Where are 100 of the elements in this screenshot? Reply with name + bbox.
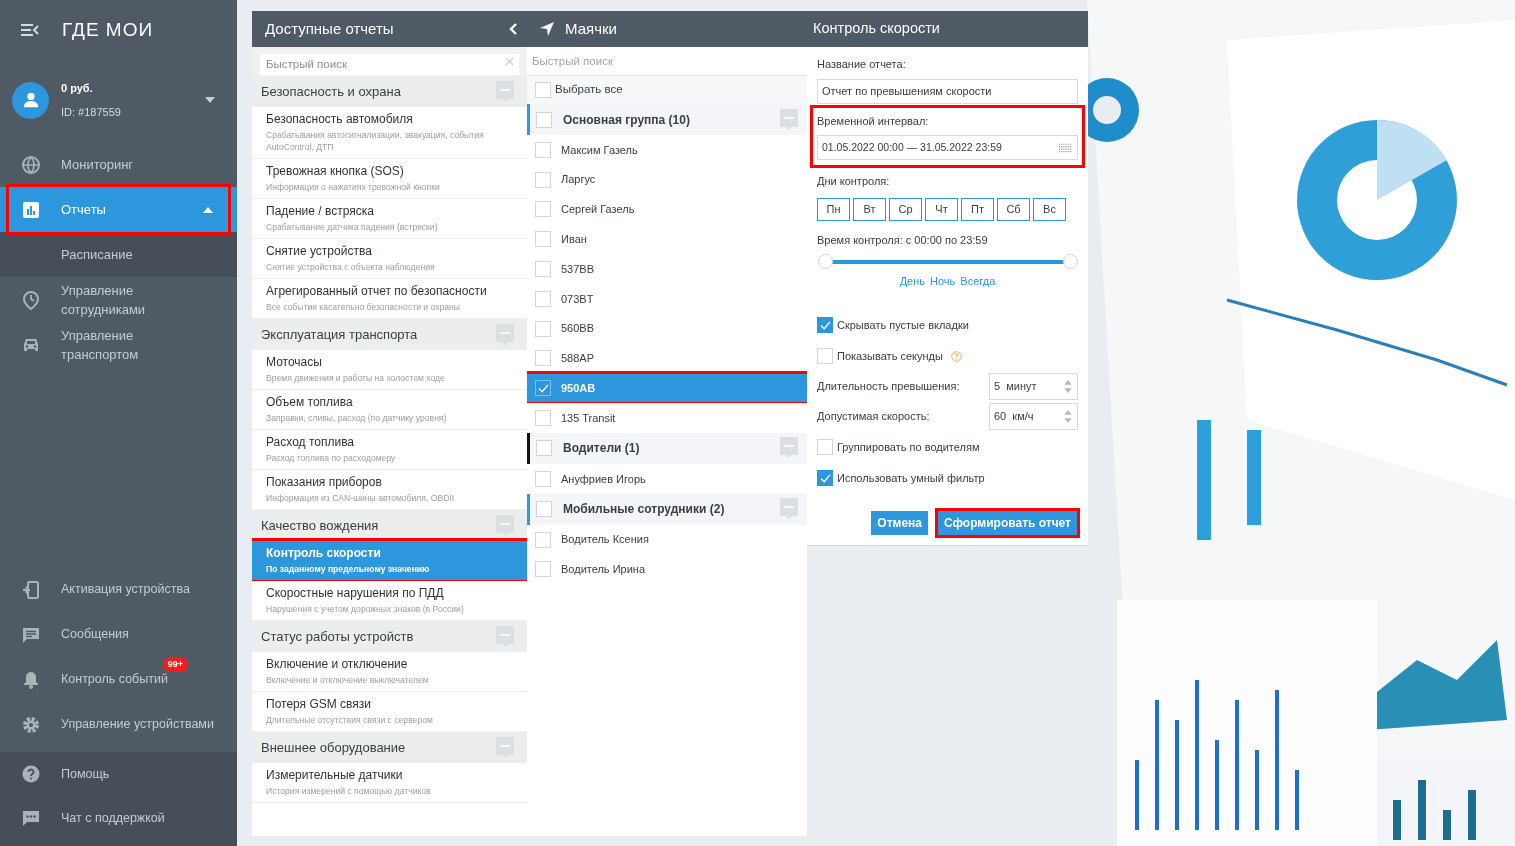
report-title: Расход топлива	[266, 435, 356, 450]
report-title: Измерительные датчики	[266, 768, 404, 783]
chat-icon	[21, 808, 41, 828]
account-id: ID: #187559	[61, 105, 122, 120]
report-description: Все события касательно безопасности и охраны	[266, 301, 461, 313]
nav-item[interactable]: Сообщения	[0, 612, 237, 657]
clear-icon[interactable]	[505, 57, 514, 66]
account-balance: 0 руб.	[61, 80, 94, 96]
nav-item[interactable]: Управление устройствами	[0, 702, 237, 747]
nav-label: Контроль событий	[61, 672, 168, 687]
report-description: Срабатывания автосигнализации, эвакуация, события AutoControl, ДТП	[266, 129, 485, 153]
phone-plus-icon	[21, 579, 41, 600]
beacon-name: 537BB	[561, 261, 595, 277]
nav-item[interactable]: Управление транспортом	[0, 322, 237, 367]
field-label: Название отчета:	[817, 57, 907, 72]
report-title: Включение и отключение	[266, 657, 409, 672]
slider-handle[interactable]	[818, 254, 833, 269]
beacon-name: Водитель Ирина	[561, 562, 645, 578]
report-title: Безопасность автомобиля	[266, 112, 414, 127]
logo: ГДЕ МОИ	[62, 17, 154, 42]
beacon-name: Иван	[561, 232, 587, 248]
report-description: Длительные отсутствия связи с сервером	[266, 714, 434, 726]
report-title: Скоростные нарушения по ПДД	[266, 586, 445, 601]
beacon-name: Максим Газель	[561, 142, 638, 158]
report-title: Моточасы	[266, 355, 323, 370]
day-toggle[interactable]: Сб	[997, 197, 1030, 221]
day-toggle[interactable]: Пт	[961, 197, 994, 221]
beacon-name: 588AP	[561, 351, 595, 367]
group-name: Водители (1)	[563, 440, 641, 458]
section-header[interactable]: Безопасность и охрана	[252, 76, 527, 107]
report-title: Снятие устройства	[266, 244, 373, 259]
group-name: Мобильные сотрудники (2)	[563, 501, 726, 519]
nav-item[interactable]: Контроль событий 99+	[0, 657, 237, 702]
input-field[interactable]: Отчет по превышениям скорости	[817, 78, 1078, 104]
menu-icon[interactable]	[20, 23, 40, 37]
report-title: Контроль скорости	[266, 546, 382, 561]
day-toggle[interactable]: Чт	[925, 197, 958, 221]
report-description: История измерений с помощью датчиков	[266, 785, 432, 797]
report-description: Срабатывание датчика падения (встряски)	[266, 221, 439, 233]
beacon-name: 950AB	[561, 381, 596, 396]
nav-item[interactable]: Активация устройства	[0, 567, 237, 612]
spinner-arrows-icon[interactable]	[1064, 380, 1072, 393]
checkbox[interactable]	[817, 470, 833, 486]
slider-handle[interactable]	[1063, 254, 1078, 269]
checkbox[interactable]	[817, 317, 833, 333]
navigation-arrow-icon	[539, 21, 555, 37]
beacon-name: Сергей Газель	[561, 202, 635, 218]
section-header[interactable]: Статус работы устройств	[252, 621, 527, 652]
checkbox-label[interactable]: Показывать секунды	[837, 347, 943, 365]
beacon-name: Ларгус	[561, 172, 596, 188]
search-field[interactable]: Быстрый поиск	[260, 53, 519, 75]
day-toggle[interactable]: Ср	[889, 197, 922, 221]
settings-icon	[21, 714, 41, 735]
beacon-name: 073BT	[561, 291, 594, 307]
section-header[interactable]: Эксплуатация транспорта	[252, 319, 527, 350]
nav-item[interactable]: Управление сотрудниками	[0, 277, 237, 322]
date-range-field[interactable]: 01.05.2022 00:00 — 31.05.2022 23:59	[817, 135, 1078, 160]
search-field[interactable]: Быстрый поиск	[527, 47, 807, 75]
calendar-grid-icon[interactable]	[1058, 142, 1073, 153]
field-label: Длительность превышения:	[817, 379, 960, 395]
section-header[interactable]: Внешнее оборудование	[252, 732, 527, 763]
report-description: Заправки, сливы, расход (по датчику уровня)	[266, 412, 448, 424]
report-description: Нарушения с учетом дорожных знаков (в России)	[266, 603, 465, 615]
report-title: Тревожная кнопка (SOS)	[266, 164, 405, 179]
beacon-name: 560BB	[561, 321, 595, 337]
select-all-label[interactable]: Выбрать все	[555, 81, 623, 99]
day-toggle[interactable]: Вс	[1033, 197, 1066, 221]
report-description: Информация о нажатиях тревожной кнопки	[266, 181, 441, 193]
field-label: Допустимая скорость:	[817, 409, 930, 425]
checkbox-label[interactable]: Скрывать пустые вкладки	[837, 316, 969, 334]
collapse-icon[interactable]	[509, 23, 517, 35]
notification-badge: 99+	[162, 657, 188, 673]
field-label: Временной интервал:	[817, 113, 930, 129]
number-field[interactable]: 5 минут	[989, 373, 1078, 400]
report-description: Включение и отключение выключателем	[266, 674, 430, 686]
nav-label: Управление устройствами	[61, 717, 214, 732]
nav-item[interactable]: Чат с поддержкой	[0, 796, 237, 840]
report-item[interactable]: Скоростные нарушения по ПДД Нарушения с учетом дорожных знаков (в России)	[252, 581, 527, 621]
day-toggle[interactable]: Вт	[853, 197, 886, 221]
bell-icon	[21, 669, 41, 690]
dropdown-icon[interactable]	[205, 97, 215, 103]
checkbox-label[interactable]: Использовать умный фильтр	[837, 469, 985, 487]
help-icon[interactable]	[950, 350, 962, 362]
report-title: Объем топлива	[266, 395, 354, 410]
number-field[interactable]: 60 км/ч	[989, 403, 1078, 430]
report-title: Падение / встряска	[266, 204, 375, 219]
nav-item[interactable]: Мониторинг	[0, 142, 237, 187]
report-title: Агрегированный отчет по безопасности	[266, 284, 488, 299]
submenu-item[interactable]: Расписание	[0, 232, 237, 277]
checkbox[interactable]	[535, 380, 551, 397]
checkbox-label[interactable]: Группировать по водителям	[837, 438, 980, 456]
spinner-arrows-icon[interactable]	[1064, 410, 1072, 423]
bar-chart-icon	[21, 199, 41, 220]
report-description: Снятие устройства с объекта наблюдения	[266, 261, 436, 273]
field-label: Время контроля: с 00:00 по 23:59	[817, 232, 989, 248]
nav-item[interactable]: Помощь	[0, 752, 237, 796]
day-toggle[interactable]: Пн	[817, 197, 850, 221]
beacon-name: 135 Transit	[561, 410, 616, 426]
nav-label: Активация устройства	[61, 582, 190, 597]
panel-title: Контроль скорости	[813, 19, 940, 39]
